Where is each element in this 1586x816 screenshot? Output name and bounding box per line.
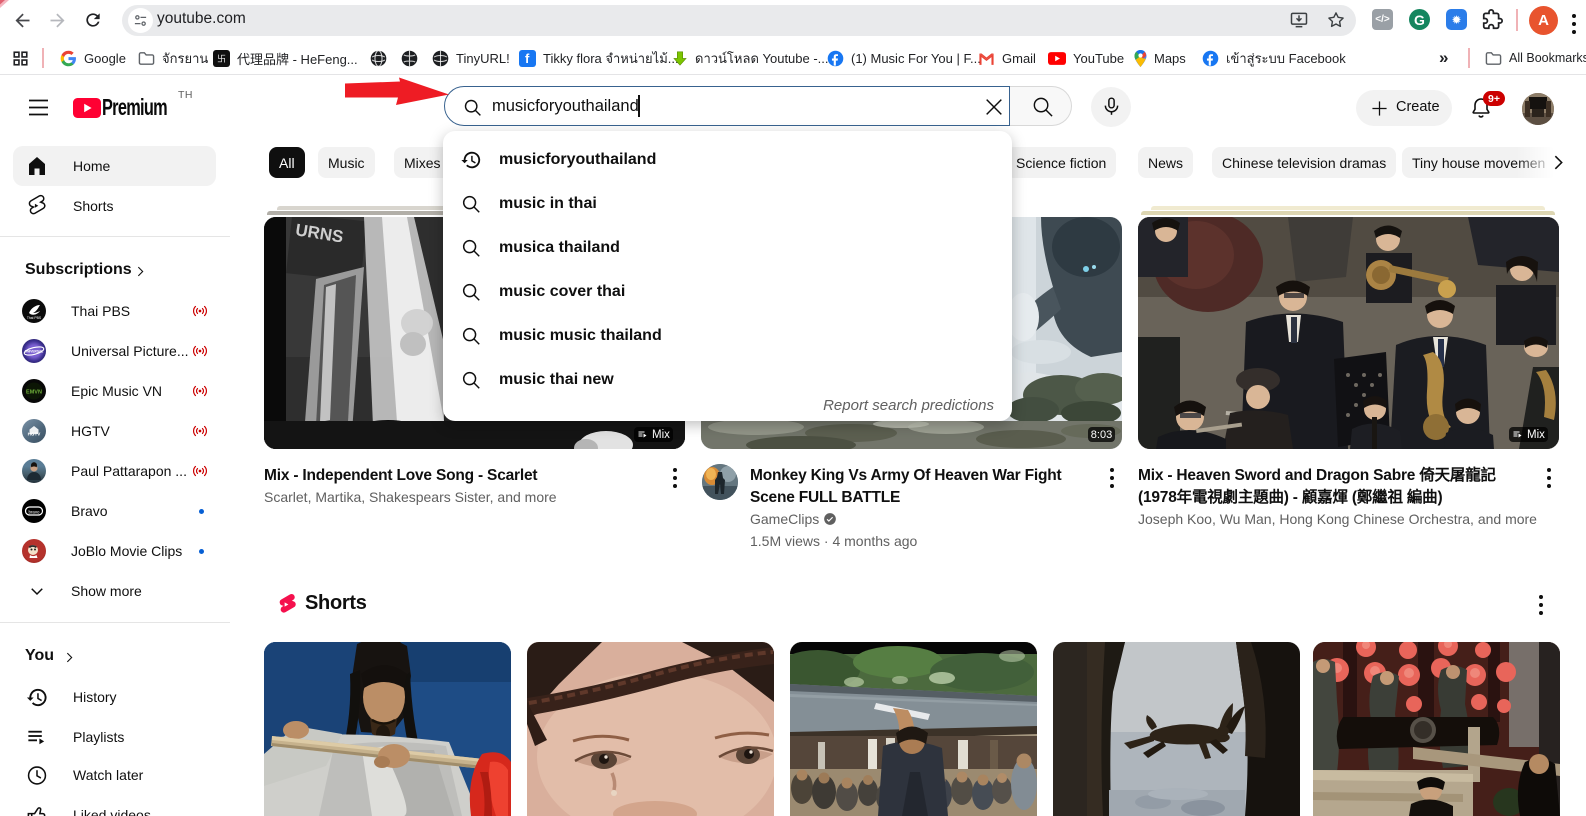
svg-text:EMVN: EMVN bbox=[26, 390, 42, 396]
svg-text:UNIVERSAL: UNIVERSAL bbox=[25, 350, 43, 354]
svg-text:bravo: bravo bbox=[29, 509, 41, 514]
svg-text:Thai PBS: Thai PBS bbox=[27, 316, 42, 320]
svg-text:HGTV: HGTV bbox=[28, 431, 42, 436]
